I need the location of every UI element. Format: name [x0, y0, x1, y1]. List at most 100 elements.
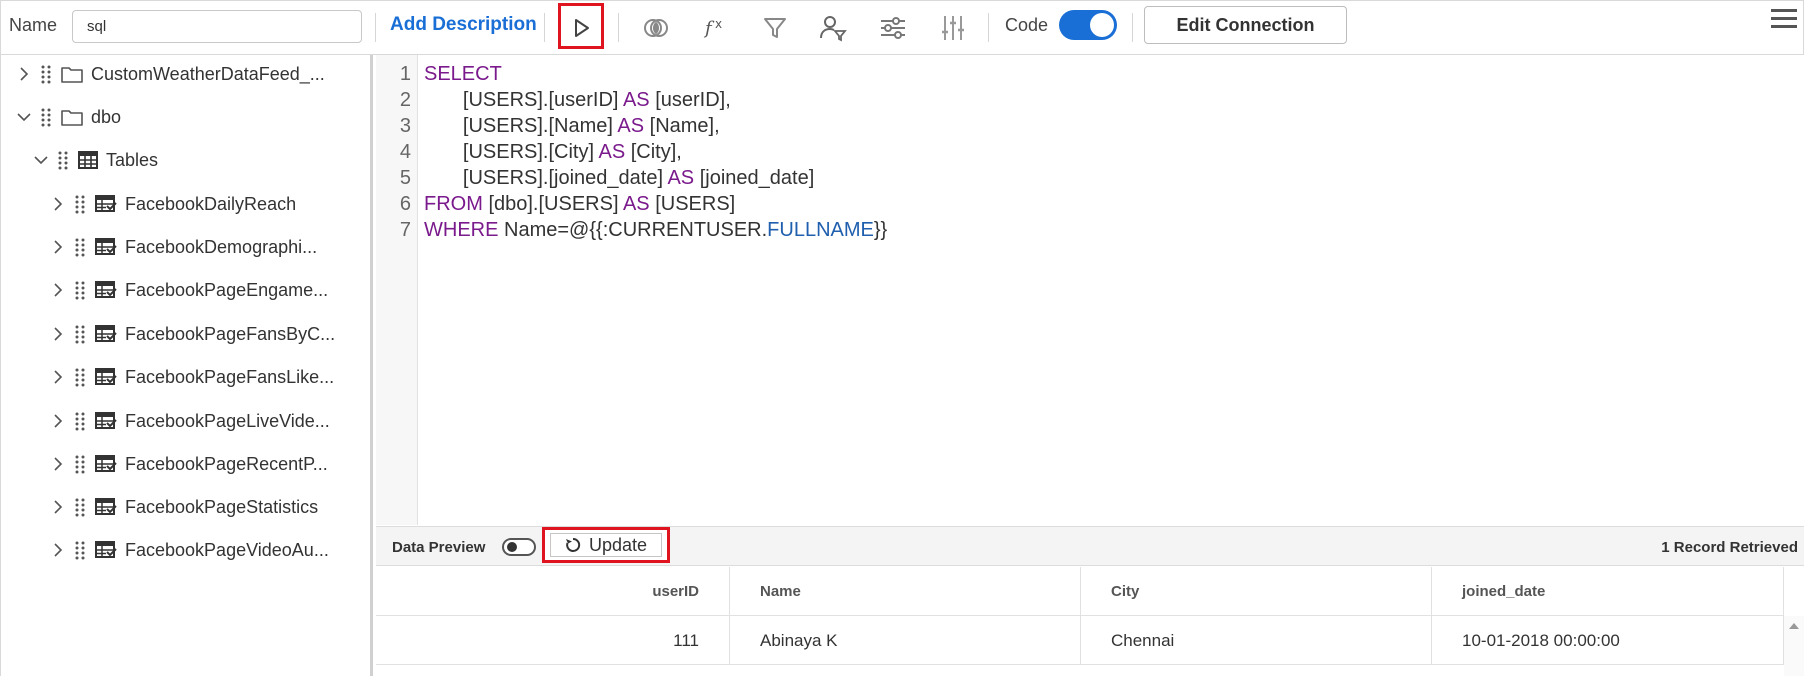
svg-text:f: f	[703, 18, 715, 39]
chevron-down-icon[interactable]	[15, 108, 33, 126]
tree-item[interactable]: FacebookPageEngame...	[49, 275, 328, 305]
table-group-icon	[78, 151, 98, 169]
toolbar-divider	[1132, 13, 1133, 42]
tree-item-label: dbo	[91, 106, 122, 127]
chevron-right-icon[interactable]	[49, 455, 67, 473]
tree-item[interactable]: FacebookPageVideoAu...	[49, 535, 329, 565]
tree-item[interactable]: FacebookDailyReach	[49, 189, 296, 219]
data-preview-toggle[interactable]	[502, 538, 536, 556]
code-line: [USERS].[userID] AS [userID],	[424, 87, 887, 113]
code-line: [USERS].[joined_date] AS [joined_date]	[424, 165, 887, 191]
drag-handle-icon[interactable]	[75, 237, 85, 257]
drag-handle-icon[interactable]	[75, 280, 85, 300]
filter-icon[interactable]	[760, 13, 790, 43]
tree-item[interactable]: FacebookPageFansByC...	[49, 319, 335, 349]
line-number: 6	[399, 193, 411, 215]
tree-item-label: CustomWeatherDataFeed_...	[91, 63, 325, 84]
table-icon	[95, 455, 117, 472]
name-input[interactable]: sql	[72, 10, 362, 43]
code-label: Code	[1005, 15, 1049, 35]
drag-handle-icon[interactable]	[41, 64, 51, 84]
chevron-right-icon[interactable]	[49, 238, 67, 256]
table-icon	[95, 541, 117, 558]
chevron-right-icon[interactable]	[49, 195, 67, 213]
code-line: SELECT	[424, 61, 887, 87]
tree-item[interactable]: FacebookPageFansLike...	[49, 362, 334, 392]
drag-handle-icon[interactable]	[75, 324, 85, 344]
column-header-city[interactable]: City	[1081, 567, 1432, 616]
tree-item[interactable]: dbo	[15, 102, 121, 132]
drag-handle-icon[interactable]	[75, 497, 85, 517]
sql-text: [dbo].[USERS]	[482, 193, 623, 215]
tree-item[interactable]: CustomWeatherDataFeed_...	[15, 59, 325, 89]
tree-item-label: FacebookPageVideoAu...	[125, 539, 329, 560]
code-toggle[interactable]	[1059, 10, 1117, 40]
sql-field: FULLNAME	[767, 219, 874, 241]
code-area[interactable]: SELECT [USERS].[userID] AS [userID], [US…	[424, 61, 887, 243]
column-sliders-icon[interactable]	[938, 13, 968, 43]
tree-item[interactable]: FacebookPageRecentP...	[49, 449, 328, 479]
function-icon[interactable]: fx	[701, 13, 731, 43]
update-button[interactable]: Update	[542, 527, 670, 563]
settings-sliders-icon[interactable]	[878, 13, 908, 43]
table-icon	[95, 281, 117, 298]
sql-text: [USERS].[City]	[424, 141, 599, 163]
add-description-link[interactable]: Add Description	[390, 14, 537, 36]
join-icon[interactable]	[641, 13, 671, 43]
folder-icon	[61, 110, 83, 126]
table-icon	[95, 368, 117, 385]
data-preview-label: Data Preview	[392, 539, 486, 556]
sql-editor[interactable]: 1 2 3 4 5 6 7 SELECT [USERS].[userID] AS [user…	[376, 55, 1804, 525]
scroll-up-icon[interactable]	[1789, 622, 1799, 630]
sql-keyword: FROM	[424, 193, 483, 215]
tree-item-label: FacebookPageFansLike...	[125, 366, 335, 387]
chevron-right-icon[interactable]	[49, 325, 67, 343]
chevron-right-icon[interactable]	[49, 412, 67, 430]
user-filter-icon[interactable]	[818, 13, 848, 43]
chevron-right-icon[interactable]	[49, 368, 67, 386]
toolbar-divider	[375, 13, 376, 42]
run-query-button[interactable]	[558, 3, 604, 49]
toggle-knob	[507, 542, 517, 552]
chevron-right-icon[interactable]	[49, 541, 67, 559]
drag-handle-icon[interactable]	[75, 540, 85, 560]
column-header-joined-date[interactable]: joined_date	[1432, 567, 1784, 616]
sql-keyword: AS	[598, 141, 626, 163]
hamburger-menu-icon[interactable]	[1771, 9, 1797, 33]
sql-keyword: WHERE	[424, 219, 499, 241]
chevron-down-icon[interactable]	[32, 151, 50, 169]
drag-handle-icon[interactable]	[58, 150, 68, 170]
chevron-right-icon[interactable]	[15, 65, 33, 83]
play-icon	[575, 19, 589, 37]
code-line: FROM [dbo].[USERS] AS [USERS]	[424, 191, 887, 217]
tree-item-label: FacebookDemographi...	[125, 236, 318, 257]
tree-item-label: Tables	[106, 149, 159, 170]
column-header-name[interactable]: Name	[730, 567, 1081, 616]
tree-item[interactable]: FacebookPageStatistics	[49, 492, 318, 522]
sql-text: [userID],	[649, 89, 731, 111]
tree-item-label: FacebookPageStatistics	[125, 496, 319, 517]
drag-handle-icon[interactable]	[41, 107, 51, 127]
tree-item-label: FacebookPageRecentP...	[125, 453, 328, 474]
tree-item-label: FacebookPageLiveVide...	[125, 410, 330, 431]
tree-item[interactable]: Tables	[32, 145, 158, 175]
sql-text: [USERS].[Name]	[424, 115, 618, 137]
drag-handle-icon[interactable]	[75, 411, 85, 431]
drag-handle-icon[interactable]	[75, 454, 85, 474]
table-header-row: userID Name City joined_date	[376, 567, 1784, 616]
name-label: Name	[9, 15, 58, 35]
results-scrollbar[interactable]	[1784, 616, 1804, 676]
edit-connection-button[interactable]: Edit Connection	[1144, 6, 1347, 44]
table-row: 111 Abinaya K Chennai 10-01-2018 00:00:0…	[376, 616, 1784, 665]
sql-text: [City],	[625, 141, 682, 163]
tree-item[interactable]: FacebookPageLiveVide...	[49, 406, 330, 436]
chevron-right-icon[interactable]	[49, 498, 67, 516]
column-header-userid[interactable]: userID	[376, 567, 730, 616]
chevron-right-icon[interactable]	[49, 281, 67, 299]
code-line: [USERS].[Name] AS [Name],	[424, 113, 887, 139]
drag-handle-icon[interactable]	[75, 367, 85, 387]
tree-item[interactable]: FacebookDemographi...	[49, 232, 317, 262]
schema-tree: CustomWeatherDataFeed_...dbo Tables Facebo…	[0, 55, 373, 676]
refresh-icon	[565, 537, 581, 552]
drag-handle-icon[interactable]	[75, 194, 85, 214]
